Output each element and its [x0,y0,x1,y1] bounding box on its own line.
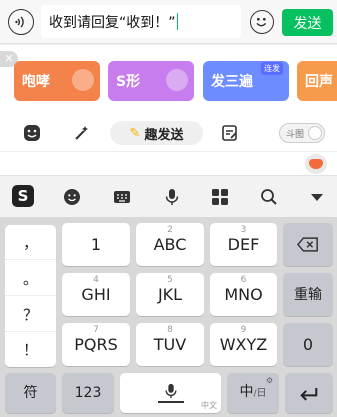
space-bar-mark [157,401,184,403]
key-digit: 4 [93,274,99,285]
sticker-label: 发三遍 [211,74,253,90]
key-digit: 2 [167,224,173,235]
space-sub-label: 中文 [201,401,217,410]
key-letters: 1 [90,234,102,254]
key-letters: ABC [153,234,187,254]
key-9-wxyz[interactable]: 9 WXYZ [210,323,277,366]
sticker-badge: 连发 [261,62,283,75]
zero-label: 0 [302,334,314,354]
fun-send-label: 趣发送 [144,127,184,143]
enter-key[interactable] [285,373,333,413]
nine-key-pad: ， 。 ？ ！ 1 2 ABC 3 DEF 4 GHI 5 JKL 6 MNO … [0,217,337,417]
mascot-avatar-icon[interactable] [305,154,327,174]
grid-apps-icon[interactable] [210,187,230,207]
backspace-icon [297,237,318,252]
language-sub-label: 日 [256,388,267,399]
chat-input-bar: 收到请回复“收到！” 发送 [0,0,337,44]
text-caret [176,13,179,30]
sticker-label: 回声 [305,74,333,90]
punct-key-period[interactable]: 。 [5,261,56,296]
key-letters: MNO [224,284,263,304]
sticker-card-roar[interactable]: 咆哮 [14,61,100,101]
key-4-ghi[interactable]: 4 GHI [62,273,130,316]
sticker-strip: ✕ 咆哮 S形 发三遍 连发 回声 [0,45,337,115]
sticker-label: 咆哮 [22,74,50,90]
megaphone-icon [72,69,94,91]
key-digit: 8 [167,324,173,335]
reinput-key[interactable]: 重输 [283,273,333,316]
key-7-pqrs[interactable]: 7 PQRS [62,323,130,366]
collapse-keyboard-icon[interactable] [307,187,327,207]
fun-send-icon: ✎ [129,125,141,141]
language-label: 中 [239,384,254,400]
punctuation-column: ， 。 ？ ！ [5,225,56,367]
sogou-logo-icon[interactable]: S [12,185,34,207]
punct-key-exclaim[interactable]: ！ [5,332,56,367]
key-1[interactable]: 1 [62,223,130,266]
microphone-icon [164,383,177,399]
message-text: 收到请回复“收到！” [49,14,176,31]
key-digit: 6 [240,274,247,285]
sticker-card-triple[interactable]: 发三遍 连发 [203,61,289,101]
keyboard-icon[interactable] [112,187,132,207]
punct-key-question[interactable]: ？ [5,297,56,332]
key-2-abc[interactable]: 2 ABC [136,223,204,266]
key-6-mno[interactable]: 6 MNO [210,273,277,316]
key-8-tuv[interactable]: 8 TUV [136,323,204,366]
key-letters: TUV [153,334,187,354]
keyboard-panel: ✕ 咆哮 S形 发三遍 连发 回声 ✎ 趣发送 斗图 S ， 。 ？ ！ 1 2… [0,45,337,417]
send-button[interactable]: 发送 [282,9,333,36]
settings-badge-icon: ⚙ [265,376,273,385]
enter-icon [300,387,318,401]
fun-send-button[interactable]: ✎ 趣发送 [110,121,203,145]
key-3-def[interactable]: 3 DEF [210,223,277,266]
voice-input-icon[interactable] [8,9,34,35]
key-letters: WXYZ [219,334,268,354]
zero-key[interactable]: 0 [283,323,333,366]
space-key[interactable]: 中文 [120,373,221,413]
microphone-icon[interactable] [162,187,182,207]
sticker-card-s-shape[interactable]: S形 [108,61,194,101]
toggle-knob [308,126,322,140]
ime-toolbar: S [0,175,337,217]
quick-tools-row: ✎ 趣发送 斗图 [0,115,337,151]
s-curve-icon [166,69,188,91]
magic-wand-icon[interactable] [72,123,92,143]
backspace-key[interactable] [283,223,333,266]
key-letters: DEF [227,234,260,254]
doutu-label: 斗图 [286,129,305,140]
reinput-label: 重输 [294,286,322,303]
key-digit: 3 [240,224,247,235]
key-letters: JKL [157,284,183,304]
search-icon[interactable] [259,187,279,207]
key-digit: 9 [240,324,247,335]
key-letters: PQRS [74,334,118,354]
emoticon-icon[interactable] [62,187,82,207]
number-switch-label: 123 [74,385,102,401]
key-5-jkl[interactable]: 5 JKL [136,273,204,316]
edit-note-icon[interactable] [220,123,240,143]
symbol-label: 符 [23,385,38,401]
message-input[interactable]: 收到请回复“收到！” [41,5,241,38]
number-switch-key[interactable]: 123 [62,373,114,413]
emoji-icon[interactable] [250,10,274,34]
punct-key-comma[interactable]: ， [5,225,56,260]
sticker-card-echo[interactable]: 回声 [297,61,337,101]
emoji-face-icon[interactable] [22,123,42,143]
key-letters: GHI [81,284,111,304]
sticker-label: S形 [116,74,141,90]
key-digit: 7 [93,324,99,335]
symbol-key[interactable]: 符 [5,373,56,413]
key-digit: 5 [167,274,173,285]
candidate-bar [0,151,337,175]
doutu-toggle[interactable]: 斗图 [279,123,325,143]
language-switch-key[interactable]: 中/日 ⚙ [227,373,279,413]
